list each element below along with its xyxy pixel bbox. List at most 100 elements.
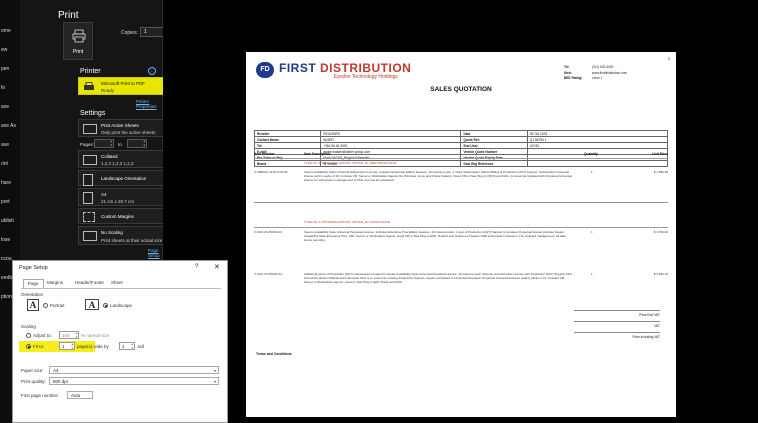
tab-header-footer[interactable]: Header/Footer: [71, 279, 108, 288]
chevron-down-icon: ▾: [213, 379, 216, 384]
print-button-label: Print: [72, 49, 84, 55]
scaling-title: No Scaling: [101, 230, 123, 235]
nav-item[interactable]: lose: [1, 237, 10, 243]
pages-label: Pages:: [80, 142, 95, 147]
total-label: Price Including VAT: [632, 335, 660, 339]
fit-tall-spinner[interactable]: ▴ ▾: [131, 342, 133, 350]
nav-item[interactable]: ew: [1, 47, 7, 53]
nav-item[interactable]: ave: [1, 142, 9, 148]
tab-page[interactable]: Page: [23, 279, 44, 288]
total-row: VAT: [574, 321, 660, 332]
divider: [254, 202, 668, 203]
pages-from-input[interactable]: ▴ ▾: [94, 139, 114, 148]
nav-item[interactable]: port: [1, 199, 10, 205]
collation-select[interactable]: Collated 1,2,3 1,2,3 1,2,3 ▾: [78, 150, 176, 168]
info-icon[interactable]: i: [148, 67, 156, 75]
help-icon[interactable]: ?: [195, 264, 198, 270]
header-item-description: Item Description: [304, 152, 331, 156]
header-unit-price: Unit Price: [652, 152, 668, 156]
tab-margins[interactable]: Margins: [43, 279, 67, 288]
fit-tall-value: 1: [122, 344, 125, 349]
nav-item[interactable]: pen: [1, 66, 9, 72]
pages-from-spinner[interactable]: ▴ ▾: [110, 139, 112, 147]
first-page-input[interactable]: Auto: [67, 391, 93, 399]
program-option-line: TYPE NO. 1: PROGRAM OPTION: OPTION_ID: N…: [304, 161, 397, 165]
adjust-value: 100: [62, 333, 70, 338]
fit-to-radio[interactable]: [26, 344, 31, 349]
fit-wide-input[interactable]: 1 ▴ ▾: [59, 342, 75, 350]
paper-size-select[interactable]: A4 21 cm x 29.7 cm ▾: [78, 188, 176, 206]
item-code: V-VAS-VS-P0000-AU: [254, 272, 283, 276]
adjust-to-input[interactable]: 100 ▴ ▾: [59, 331, 79, 339]
dialog-title: Page Setup: [19, 265, 48, 271]
company-logo-badge: FD: [256, 62, 274, 78]
active-sheets-select[interactable]: Print Active Sheets Only print the activ…: [78, 119, 176, 137]
totals-block: Price Excl VAT VAT Price Including VAT: [574, 310, 660, 343]
printer-properties-link[interactable]: Printer Properties: [136, 99, 162, 109]
nav-item[interactable]: ption: [1, 294, 12, 300]
item-price: $ 1,850.38: [653, 170, 668, 174]
nav-item[interactable]: ave: [1, 104, 9, 110]
total-label: VAT: [654, 324, 660, 328]
nav-item[interactable]: eedb: [1, 275, 12, 281]
collated-sub: 1,2,3 1,2,3 1,2,3: [101, 161, 134, 166]
adjust-spinner[interactable]: ▴ ▾: [75, 331, 77, 339]
nav-item[interactable]: ccou: [1, 256, 12, 262]
program-option-line: TYPE NO. 2: PROGRAM OPTION: OPTION_ID: D…: [304, 220, 390, 224]
item-quantity: 1: [591, 230, 593, 234]
nav-item[interactable]: ome: [1, 28, 11, 34]
active-sheets-sub: Only print the active sheets: [101, 130, 156, 135]
pages-to-input[interactable]: ▴ ▾: [127, 139, 147, 148]
total-label: Price Excl VAT: [639, 313, 660, 317]
fit-tall-input[interactable]: 1 ▴ ▾: [119, 342, 135, 350]
print-button[interactable]: Print: [63, 22, 93, 60]
margins-select[interactable]: Custom Margins ▾: [78, 208, 176, 224]
scaling-select[interactable]: No Scaling Print sheets at their actual …: [78, 226, 176, 245]
item-price: $ 4,790.00: [653, 230, 668, 234]
paper-size-value: A4: [53, 368, 59, 373]
page-setup-link[interactable]: Page Setup: [148, 248, 162, 258]
nav-item[interactable]: ublish: [1, 218, 14, 224]
close-icon[interactable]: ✕: [214, 263, 220, 271]
nav-item[interactable]: ave As: [1, 123, 16, 129]
nav-item[interactable]: rint: [1, 161, 8, 167]
item-quantity: 1: [591, 170, 593, 174]
document-title: SALES QUOTATION: [430, 86, 492, 93]
portrait-radio[interactable]: [43, 303, 48, 308]
print-quality-select[interactable]: 600 dpi ▾: [49, 377, 219, 385]
collated-title: Collated: [101, 154, 118, 159]
total-row: Price Excl VAT: [574, 310, 660, 321]
divider: [254, 227, 668, 228]
item-code: V-VAS-VS-P0000-00: [254, 230, 282, 234]
orientation-select[interactable]: Landscape Orientation ▾: [78, 170, 176, 186]
company-logo-sub: Epsilon Technology Holdings: [334, 74, 398, 80]
copies-label: Copies:: [121, 30, 138, 36]
paper-size-select[interactable]: A4 ▾: [49, 366, 219, 374]
printer-name: Microsoft Print to PDF: [101, 81, 146, 86]
item-price: $ 3,182.16: [653, 272, 668, 276]
nav-item[interactable]: fo: [1, 85, 5, 91]
paper-title: A4: [101, 192, 107, 197]
tab-sheet[interactable]: Sheet: [107, 279, 127, 288]
pages-to-label: to: [118, 142, 122, 147]
printer-heading: Printer: [80, 68, 101, 75]
nav-item[interactable]: hare: [1, 180, 11, 186]
copies-value: 1: [144, 29, 147, 35]
paper-sub: 21 cm x 29.7 cm: [101, 199, 135, 204]
first-page-label: First page number:: [21, 393, 59, 398]
printer-icon: [72, 29, 86, 43]
portrait-label: Portrait: [50, 303, 65, 308]
printer-select[interactable]: Microsoft Print to PDF Ready ▾: [78, 77, 176, 95]
pages-to-spinner[interactable]: ▴ ▾: [143, 139, 145, 147]
margins-icon: [83, 212, 95, 222]
fit-wide-spinner[interactable]: ▴ ▾: [71, 342, 73, 350]
adjust-to-radio[interactable]: [26, 333, 31, 338]
sheets-icon: [83, 124, 97, 134]
item-description: Veeam Availability Suite Universal Perpe…: [304, 230, 566, 242]
landscape-radio[interactable]: [103, 303, 108, 308]
item-quantity: 1: [591, 272, 593, 276]
chevron-down-icon: ▾: [213, 368, 216, 373]
orientation-value: Landscape Orientation: [101, 176, 147, 181]
portrait-page-icon: [83, 174, 93, 186]
scaling-sub: Print sheets at their actual size: [101, 238, 163, 243]
